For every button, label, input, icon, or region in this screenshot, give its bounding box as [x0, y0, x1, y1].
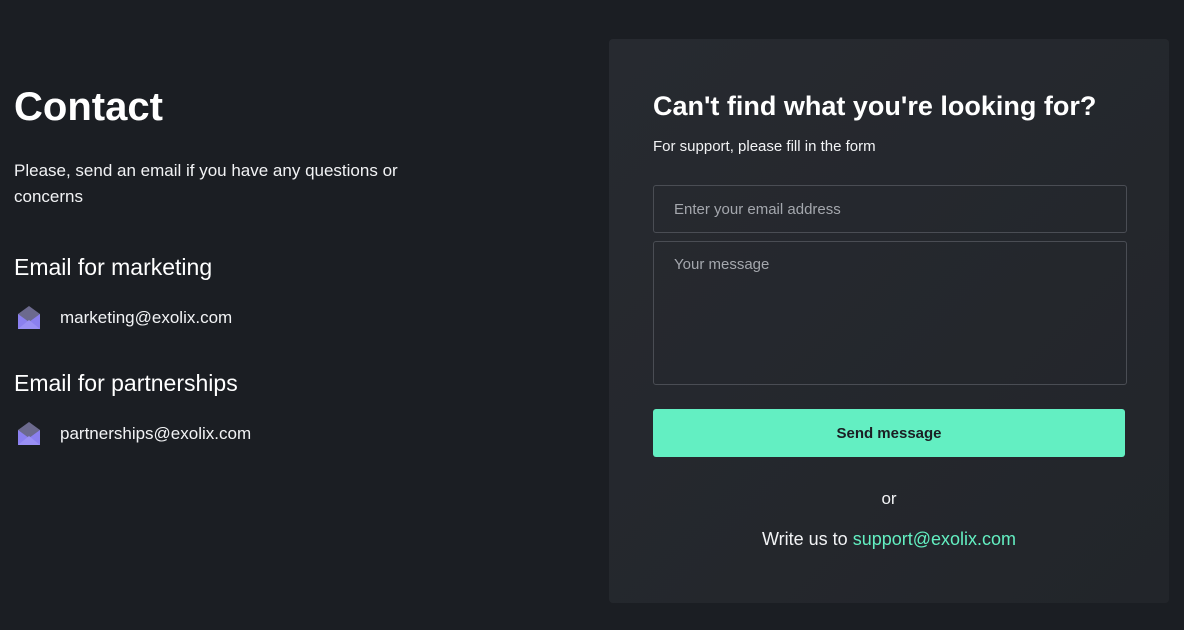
envelope-open-icon: [14, 421, 44, 447]
form-title: Can't find what you're looking for?: [653, 91, 1097, 121]
envelope-open-icon: [14, 305, 44, 331]
send-message-button[interactable]: Send message: [653, 409, 1125, 457]
support-email-link[interactable]: support@exolix.com: [853, 529, 1016, 549]
write-us-prefix: Write us to: [761, 529, 848, 549]
partnerships-email-row: partnerships@exolix.com: [14, 421, 251, 447]
partnerships-email-link[interactable]: partnerships@exolix.com: [60, 424, 251, 444]
page-title: Contact: [14, 85, 163, 129]
contact-page: Contact Please, send an email if you hav…: [0, 0, 1184, 630]
message-field[interactable]: [653, 241, 1127, 385]
or-separator: or: [881, 489, 897, 508]
marketing-email-row: marketing@exolix.com: [14, 305, 232, 331]
partnerships-heading: Email for partnerships: [14, 370, 238, 396]
contact-intro: Please, send an email if you have any qu…: [14, 161, 398, 206]
support-form-card: Can't find what you're looking for? For …: [609, 39, 1169, 603]
form-subtitle: For support, please fill in the form: [653, 138, 876, 155]
write-us-line: Write us to support@exolix.com: [609, 529, 1169, 550]
marketing-email-link[interactable]: marketing@exolix.com: [60, 308, 232, 328]
email-field[interactable]: [653, 185, 1127, 233]
marketing-heading: Email for marketing: [14, 254, 213, 280]
